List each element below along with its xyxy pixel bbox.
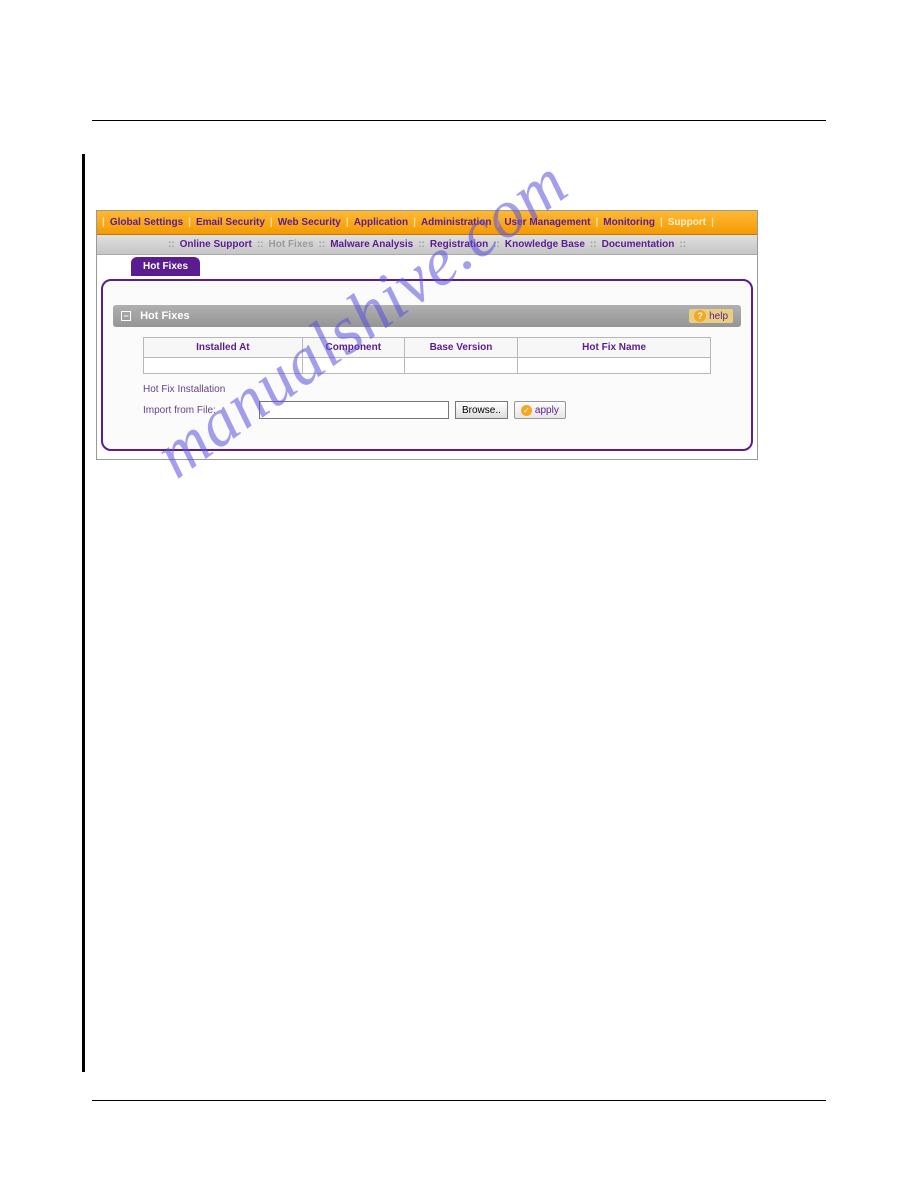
subnav-online-support[interactable]: Online Support	[177, 239, 255, 250]
col-component: Component	[302, 338, 404, 358]
table-row	[144, 358, 711, 374]
panel-title: Hot Fixes	[140, 310, 190, 322]
install-section: Hot Fix Installation Import from File: B…	[143, 384, 711, 419]
subnav-knowledge-base[interactable]: Knowledge Base	[502, 239, 588, 250]
subnav-documentation[interactable]: Documentation	[599, 239, 678, 250]
help-button[interactable]: ? help	[689, 309, 733, 323]
cell-component	[302, 358, 404, 374]
nav-web-security[interactable]: Web Security	[274, 217, 345, 228]
nav-administration[interactable]: Administration	[417, 217, 496, 228]
help-label: help	[709, 311, 728, 322]
subnav-malware-analysis[interactable]: Malware Analysis	[327, 239, 416, 250]
subnav-separator: ::	[255, 239, 266, 250]
page-left-bar	[82, 154, 85, 1072]
import-file-input[interactable]	[259, 401, 449, 419]
hot-fixes-table: Installed At Component Base Version Hot …	[143, 337, 711, 374]
check-icon: ✓	[521, 405, 532, 416]
page-bottom-rule	[92, 1100, 826, 1101]
nav-monitoring[interactable]: Monitoring	[599, 217, 659, 228]
col-hot-fix-name: Hot Fix Name	[518, 338, 711, 358]
table-header-row: Installed At Component Base Version Hot …	[144, 338, 711, 358]
subnav-separator: ::	[317, 239, 328, 250]
tab-bar: Hot Fixes	[101, 257, 753, 279]
browse-button[interactable]: Browse..	[455, 401, 508, 419]
panel-header: − Hot Fixes ? help	[113, 305, 741, 327]
import-label: Import from File:	[143, 405, 253, 416]
apply-label: apply	[535, 405, 559, 416]
hot-fixes-panel: − Hot Fixes ? help Installed At Componen…	[101, 279, 753, 451]
subnav-hot-fixes[interactable]: Hot Fixes	[266, 239, 317, 250]
cell-installed-at	[144, 358, 303, 374]
help-icon: ?	[694, 310, 706, 322]
subnav-separator: ::	[166, 239, 177, 250]
subnav-separator: ::	[491, 239, 502, 250]
page-top-rule	[92, 120, 826, 121]
app-screenshot: | Global Settings | Email Security | Web…	[96, 210, 758, 460]
nav-separator: |	[710, 217, 715, 228]
subnav-separator: ::	[416, 239, 427, 250]
install-title: Hot Fix Installation	[143, 384, 711, 395]
secondary-nav: :: Online Support :: Hot Fixes :: Malwar…	[97, 235, 757, 255]
tab-hot-fixes[interactable]: Hot Fixes	[131, 257, 200, 276]
collapse-icon[interactable]: −	[121, 311, 131, 321]
subnav-registration[interactable]: Registration	[427, 239, 491, 250]
apply-button[interactable]: ✓ apply	[514, 401, 566, 419]
content-area: Hot Fixes − Hot Fixes ? help Installed A…	[97, 257, 757, 459]
nav-user-management[interactable]: User Management	[500, 217, 594, 228]
cell-hot-fix-name	[518, 358, 711, 374]
nav-application[interactable]: Application	[350, 217, 412, 228]
nav-email-security[interactable]: Email Security	[192, 217, 269, 228]
col-base-version: Base Version	[404, 338, 517, 358]
import-row: Import from File: Browse.. ✓ apply	[143, 401, 711, 419]
subnav-separator: ::	[588, 239, 599, 250]
nav-support[interactable]: Support	[664, 217, 710, 228]
primary-nav: | Global Settings | Email Security | Web…	[97, 211, 757, 235]
subnav-separator: ::	[677, 239, 688, 250]
panel-title-wrap: − Hot Fixes	[121, 310, 190, 322]
col-installed-at: Installed At	[144, 338, 303, 358]
nav-global-settings[interactable]: Global Settings	[106, 217, 187, 228]
cell-base-version	[404, 358, 517, 374]
